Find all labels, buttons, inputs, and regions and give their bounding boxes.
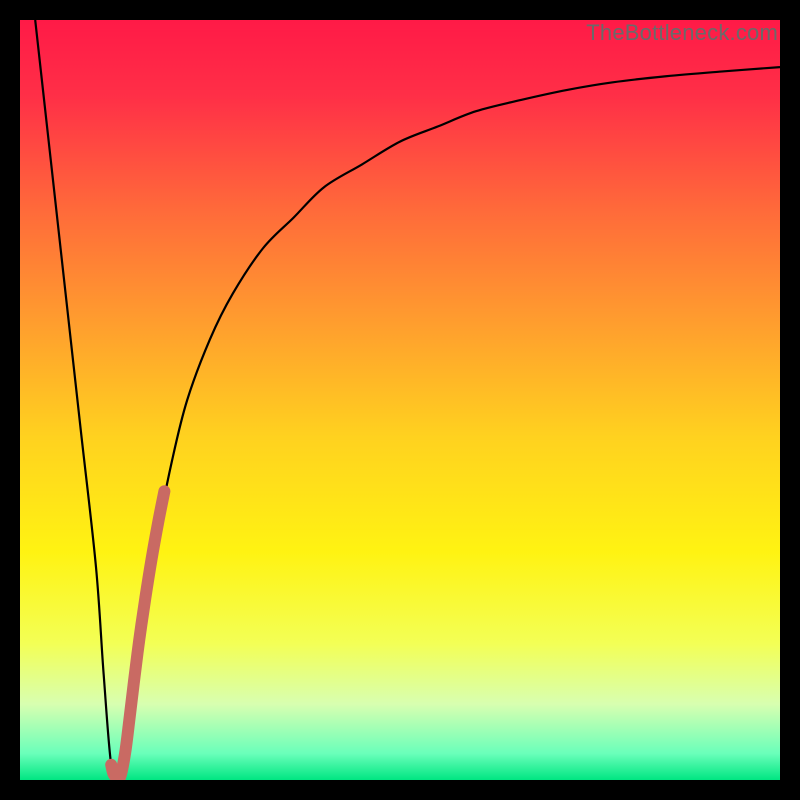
- bottleneck-plot: [20, 20, 780, 780]
- chart-frame: TheBottleneck.com: [20, 20, 780, 780]
- watermark-text: TheBottleneck.com: [586, 20, 778, 46]
